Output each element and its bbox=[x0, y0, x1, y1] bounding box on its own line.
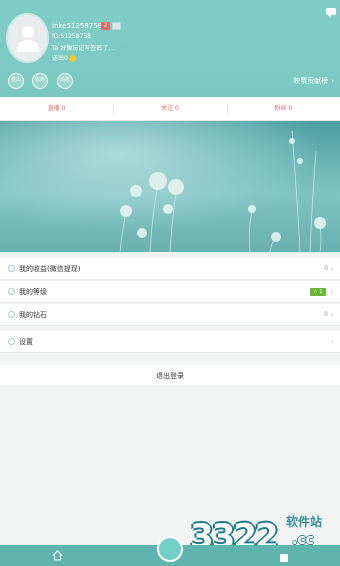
action-button-2[interactable]: 收到 bbox=[32, 73, 48, 89]
stat-fans[interactable]: 粉丝 0 bbox=[226, 97, 340, 120]
diamond-value: 0 bbox=[324, 311, 328, 318]
chevron-right-icon: › bbox=[330, 310, 334, 319]
income-icon bbox=[8, 265, 15, 272]
emoji-text: 送出0 bbox=[52, 55, 68, 62]
user-emoji-line: 送出0 bbox=[52, 53, 76, 62]
dandelion-banner-illustration bbox=[0, 121, 340, 252]
menu-item-level[interactable]: 我的等级 ☆ 1 › bbox=[0, 281, 340, 303]
user-name: inke51258758 bbox=[52, 22, 103, 30]
menu-label-settings: 设置 bbox=[19, 338, 33, 346]
menu-item-diamond[interactable]: 我的钻石 0 › bbox=[0, 304, 340, 326]
menu-item-income[interactable]: 我的收益(微信提现) 0 › bbox=[0, 258, 340, 280]
start-live-button[interactable] bbox=[157, 536, 183, 562]
chevron-right-icon: › bbox=[330, 287, 334, 296]
avatar[interactable] bbox=[6, 13, 49, 63]
smile-icon bbox=[68, 55, 76, 62]
home-icon[interactable] bbox=[52, 550, 63, 561]
watermark-site: 软件站 bbox=[286, 515, 323, 529]
user-signature: Ta 好像忘记写签名了... bbox=[52, 45, 114, 52]
stats-bar: 直播 0 关注 0 粉丝 0 bbox=[0, 97, 340, 121]
menu-label-diamond: 我的钻石 bbox=[19, 311, 47, 319]
profile-banner-image bbox=[0, 121, 340, 252]
action-button-3[interactable]: 动态 bbox=[57, 73, 73, 89]
chevron-right-icon: › bbox=[331, 77, 334, 85]
contribution-rank-link[interactable]: 映票贡献榜 › bbox=[293, 76, 334, 86]
gender-icon bbox=[112, 22, 121, 30]
logout-button[interactable]: 退出登录 bbox=[0, 365, 340, 387]
menu-item-settings[interactable]: 设置 › bbox=[0, 331, 340, 353]
level-icon bbox=[8, 288, 15, 295]
income-value: 0 bbox=[324, 265, 328, 272]
contribution-label: 映票贡献榜 bbox=[293, 77, 329, 85]
user-id: ID:51258758 bbox=[52, 33, 91, 40]
menu-label-level: 我的等级 bbox=[19, 288, 47, 296]
profile-header: inke51258758 2 ID:51258758 Ta 好像忘记写签名了..… bbox=[0, 0, 340, 97]
user-level-badge: 2 bbox=[101, 22, 110, 30]
settings-icon bbox=[8, 338, 15, 345]
chat-icon[interactable] bbox=[326, 8, 336, 18]
action-button-1[interactable]: 送出 bbox=[8, 73, 24, 89]
avatar-body-shape bbox=[17, 40, 39, 52]
stat-following[interactable]: 关注 0 bbox=[113, 97, 226, 120]
level-badge: ☆ 1 bbox=[310, 288, 326, 296]
avatar-head-shape bbox=[22, 26, 34, 38]
chevron-right-icon: › bbox=[330, 264, 334, 273]
my-tab-icon[interactable] bbox=[280, 554, 288, 562]
chevron-right-icon: › bbox=[330, 337, 334, 346]
stat-live[interactable]: 直播 0 bbox=[0, 97, 113, 120]
diamond-icon bbox=[8, 311, 15, 318]
menu-label-income: 我的收益(微信提现) bbox=[19, 265, 81, 273]
